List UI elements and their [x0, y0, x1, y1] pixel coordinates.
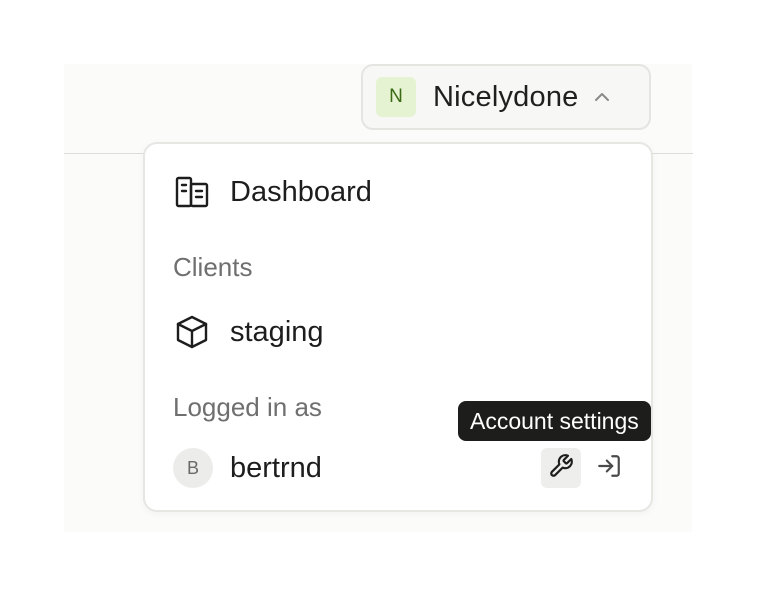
menu-item-client[interactable]: staging — [173, 310, 324, 354]
cube-icon — [173, 313, 211, 351]
org-switcher-button[interactable]: N Nicelydone — [361, 64, 651, 130]
logout-button[interactable] — [589, 448, 629, 488]
menu-item-dashboard[interactable]: Dashboard — [173, 170, 372, 214]
menu-item-label: Dashboard — [230, 175, 372, 208]
org-dropdown-menu: Dashboard Clients staging Logged in as B… — [143, 142, 653, 512]
account-settings-tooltip: Account settings — [458, 401, 651, 441]
clients-heading: Clients — [173, 252, 253, 282]
wrench-icon — [548, 453, 574, 484]
log-in-icon — [596, 453, 622, 484]
logged-in-heading: Logged in as — [173, 392, 322, 422]
org-name: Nicelydone — [433, 80, 579, 113]
building-icon — [173, 173, 211, 211]
menu-item-label: staging — [230, 315, 324, 348]
account-settings-button[interactable] — [541, 448, 581, 488]
org-avatar: N — [376, 77, 416, 117]
avatar: B — [173, 448, 213, 488]
chevron-up-icon — [592, 87, 612, 107]
user-name: bertrnd — [230, 451, 322, 484]
current-user-row: B bertrnd — [173, 446, 629, 490]
